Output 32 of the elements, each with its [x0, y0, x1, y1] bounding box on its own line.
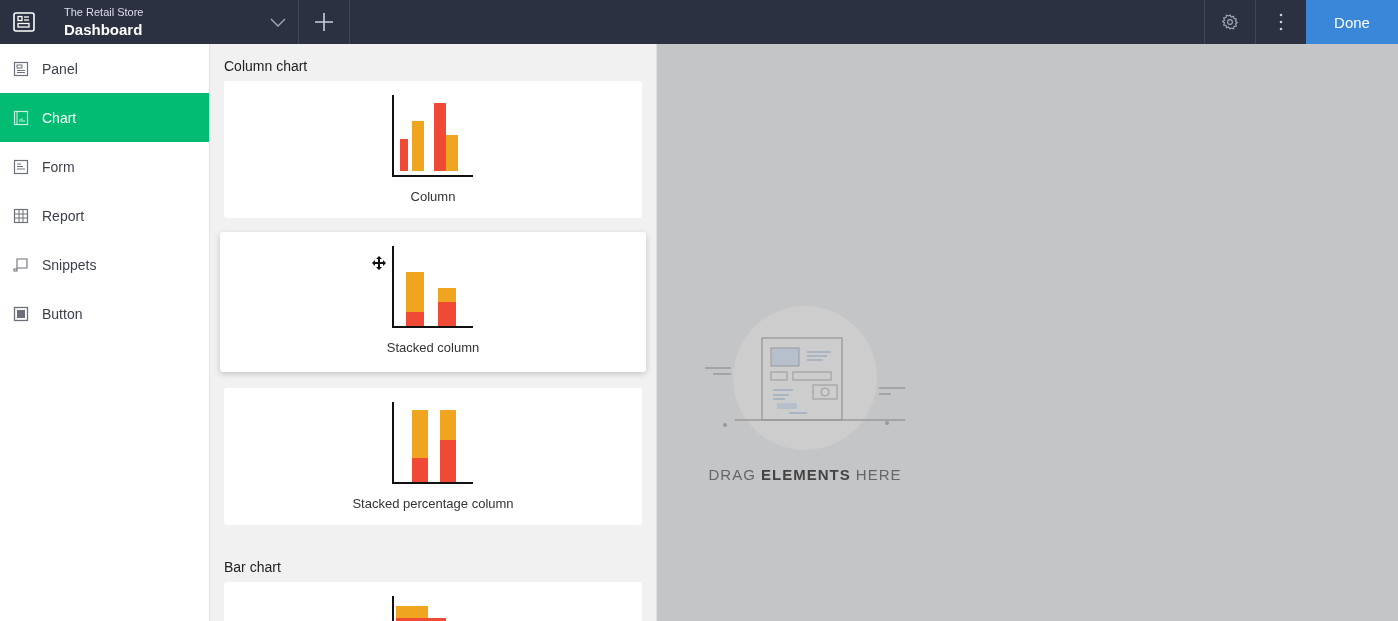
- plus-icon[interactable]: [315, 13, 333, 31]
- column-chart-icon: [392, 402, 474, 484]
- page-title: Dashboard: [64, 21, 144, 38]
- sidebar-item[interactable]: Snippets: [0, 240, 209, 289]
- column-chart-icon: [392, 95, 474, 177]
- form-element-icon: [13, 158, 29, 175]
- section-heading: Bar chart: [224, 559, 282, 575]
- column-chart-icon: [392, 246, 474, 328]
- app-name: The Retail Store: [64, 6, 145, 18]
- sidebar-item[interactable]: Report: [0, 191, 209, 240]
- chevron-down-icon[interactable]: [270, 17, 286, 27]
- chart-type-card[interactable]: Stacked column: [220, 232, 646, 372]
- snippets-element-icon: [13, 256, 29, 273]
- button-element-icon: [13, 305, 29, 322]
- more-options-icon[interactable]: [1279, 13, 1283, 31]
- chart-type-card[interactable]: Stacked percentage column: [224, 388, 642, 525]
- chart-type-label: Column: [410, 189, 456, 204]
- chart-type-card[interactable]: Column: [224, 81, 642, 218]
- chart-type-label: Stacked column: [386, 340, 480, 355]
- settings-icon[interactable]: [1222, 14, 1238, 30]
- sidebar-item[interactable]: Form: [0, 142, 209, 191]
- report-element-icon: [13, 207, 29, 224]
- sidebar-item[interactable]: Panel: [0, 44, 209, 93]
- move-cursor-icon: [372, 256, 386, 270]
- drop-zone-text: DRAG ELEMENTS HERE: [708, 466, 902, 483]
- chart-element-icon: [13, 109, 29, 126]
- sidebar-item[interactable]: Button: [0, 289, 209, 338]
- section-heading: Column chart: [224, 58, 309, 74]
- dashboard-icon[interactable]: [13, 12, 35, 32]
- panel-element-icon: [13, 60, 29, 77]
- done-button[interactable]: Done: [1306, 0, 1398, 44]
- chart-type-label: Stacked percentage column: [352, 496, 514, 511]
